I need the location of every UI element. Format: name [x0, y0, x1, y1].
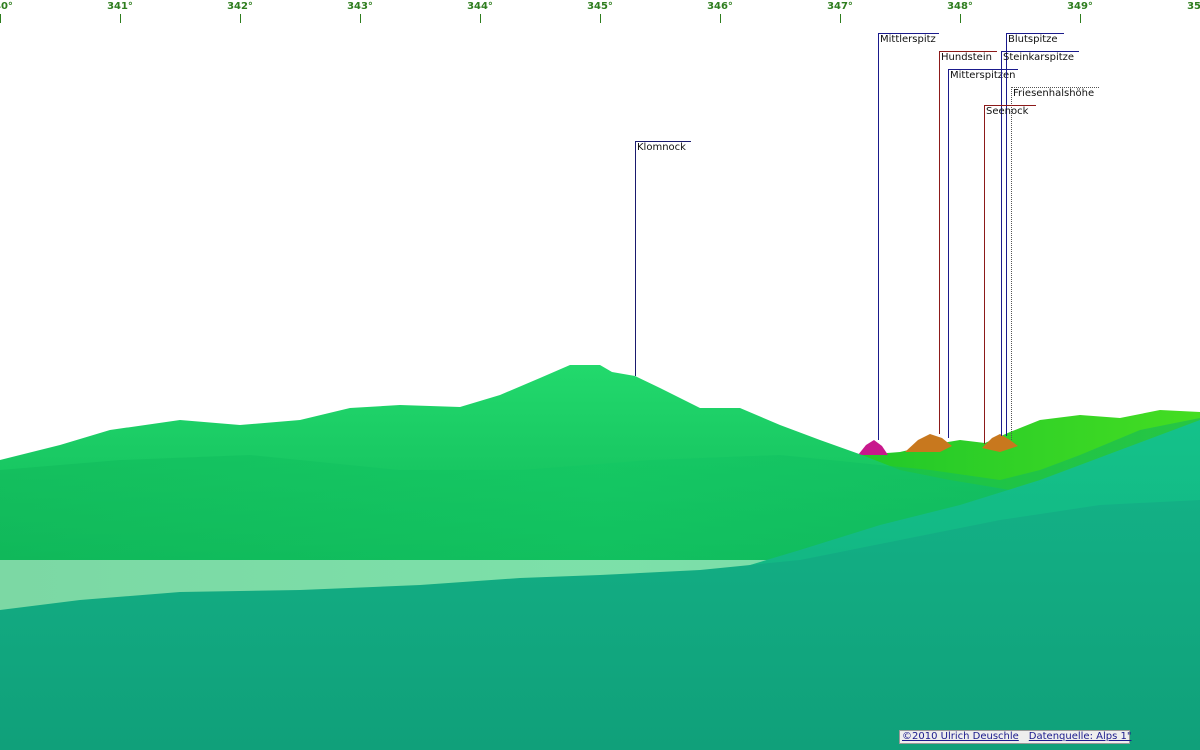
peak-leader-line	[948, 69, 949, 438]
azimuth-tick-mark	[1080, 14, 1081, 23]
rock-summit-hundstein	[905, 434, 952, 452]
peak-leader-line	[984, 105, 985, 444]
azimuth-tick-mark	[720, 14, 721, 23]
azimuth-tick-label: 345°	[587, 1, 613, 12]
azimuth-tick-label: 343°	[347, 1, 373, 12]
credits-bar: ©2010 Ulrich Deuschle Datenquelle: Alps 1…	[899, 730, 1132, 744]
peak-label[interactable]: Friesenhalshöhe	[1011, 88, 1094, 100]
peak-label[interactable]: Klomnock	[635, 142, 686, 154]
azimuth-tick-label: 346°	[707, 1, 733, 12]
azimuth-tick-mark	[120, 14, 121, 23]
azimuth-tick-label: 341°	[107, 1, 133, 12]
data-source-link[interactable]: Datenquelle: Alps 1"	[1029, 731, 1132, 742]
azimuth-tick-label: 349°	[1067, 1, 1093, 12]
azimuth-tick-label: 344°	[467, 1, 493, 12]
azimuth-tick-mark	[360, 14, 361, 23]
peak-leader-line	[635, 141, 636, 376]
summit-mittlerspitz	[858, 440, 888, 455]
peak-leader-line	[878, 33, 879, 440]
peak-leader-line	[939, 51, 940, 434]
azimuth-tick-mark	[840, 14, 841, 23]
azimuth-tick-label: 340°	[0, 1, 13, 12]
azimuth-tick-label: 347°	[827, 1, 853, 12]
peak-leader-line	[1006, 33, 1007, 436]
peak-leader-line	[1011, 87, 1012, 440]
azimuth-tick-label: 350°	[1187, 1, 1200, 12]
copyright-link[interactable]: ©2010 Ulrich Deuschle	[902, 731, 1019, 742]
peak-label[interactable]: Steinkarspitze	[1001, 52, 1074, 64]
azimuth-tick-mark	[0, 14, 1, 23]
azimuth-tick-mark	[480, 14, 481, 23]
azimuth-tick-mark	[240, 14, 241, 23]
azimuth-tick-mark	[960, 14, 961, 23]
azimuth-tick-label: 342°	[227, 1, 253, 12]
peak-label[interactable]: Blutspitze	[1006, 34, 1058, 46]
azimuth-tick-label: 348°	[947, 1, 973, 12]
peak-label[interactable]: Seenock	[984, 106, 1028, 118]
panorama-view: 340° 341° 342° 343° 344° 345° 346° 347° 348° 349°…	[0, 0, 1200, 750]
peak-label[interactable]: Mittlerspitz	[878, 34, 936, 46]
azimuth-tick-mark	[600, 14, 601, 23]
peak-label[interactable]: Hundstein	[939, 52, 992, 64]
